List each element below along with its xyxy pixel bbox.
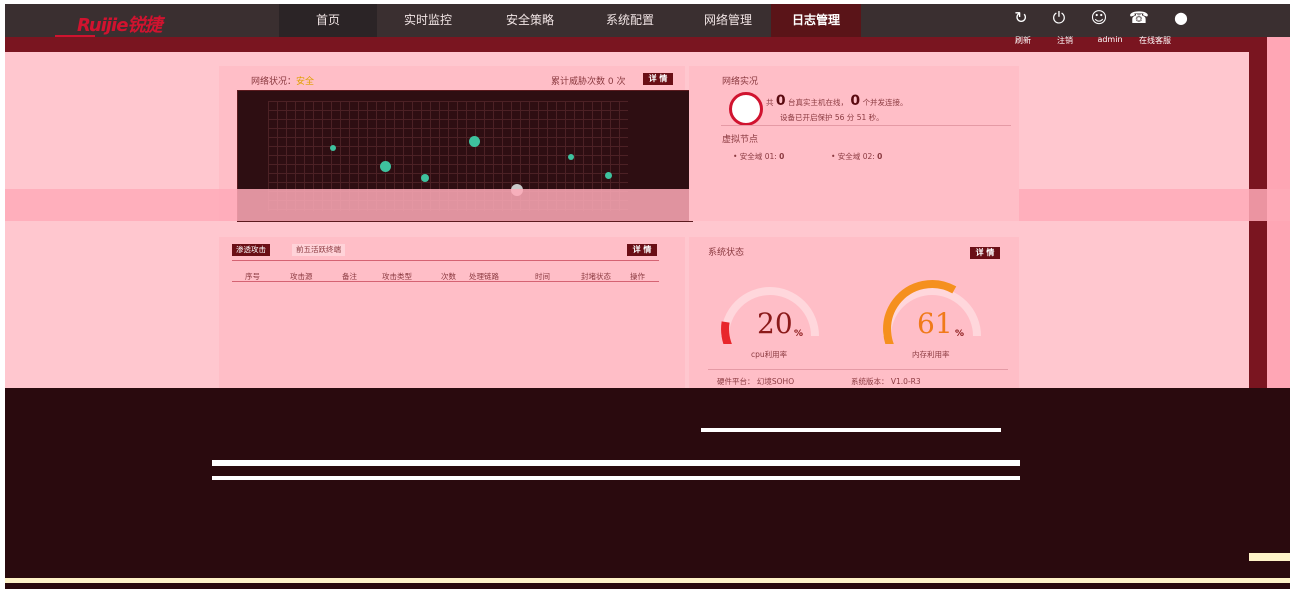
cpu-unit: % xyxy=(794,329,804,339)
glitch-bar xyxy=(5,578,1290,583)
nav-log-manage[interactable]: 日志管理 xyxy=(771,4,861,37)
domain-02-label: • 安全域 02: xyxy=(831,152,875,161)
network-status-detail-button[interactable]: 详 情 xyxy=(643,73,673,85)
topology-node xyxy=(380,161,391,172)
memory-unit: % xyxy=(955,329,965,339)
hosts-prefix: 共 xyxy=(766,98,774,107)
nav-realtime-monitor[interactable]: 实时监控 xyxy=(383,4,473,37)
memory-value: 61 xyxy=(917,307,953,340)
threat-value: 0 次 xyxy=(607,77,626,87)
topology-node xyxy=(469,136,480,147)
domain-01: • 安全域 01: 0 xyxy=(733,151,784,162)
cpu-value: 20 xyxy=(757,307,793,340)
help-icon[interactable]: ● xyxy=(1165,8,1197,27)
cpu-label: cpu利用率 xyxy=(751,350,788,359)
system-version: 系统版本： V1.0-R3 xyxy=(851,376,921,387)
domain-02-value: 0 xyxy=(877,152,883,161)
table-header-rule xyxy=(232,281,659,282)
system-divider xyxy=(708,369,1008,370)
version-label: 系统版本： xyxy=(851,377,889,386)
logout-label[interactable]: 注销 xyxy=(1051,35,1079,46)
top-nav-bar: Ruijie锐捷 首页 实时监控 安全策略 系统配置 网络管理 日志管理 ↻ ⏻… xyxy=(5,4,1290,37)
attack-detail-button[interactable]: 详 情 xyxy=(627,244,657,256)
system-status-detail-button[interactable]: 详 情 xyxy=(970,247,1000,259)
concurrent-text: 个并发连接。 xyxy=(862,98,908,107)
refresh-label[interactable]: 刷新 xyxy=(1009,35,1037,46)
brand-logo[interactable]: Ruijie锐捷 xyxy=(77,11,162,37)
hosts-text: 台真实主机在线， xyxy=(788,98,849,107)
hosts-online-line: 共 0 台真实主机在线， 0 个并发连接。 xyxy=(766,93,908,109)
glitch-bar xyxy=(212,476,1020,480)
hardware-value: 幻境SOHO xyxy=(756,377,795,386)
tab-penetration-attack[interactable]: 渗透攻击 xyxy=(232,244,270,256)
nav-home[interactable]: 首页 xyxy=(279,4,377,37)
network-live-title: 网络实况 xyxy=(722,77,759,87)
support-icon[interactable]: ☎ xyxy=(1123,8,1155,27)
support-label[interactable]: 在线客服 xyxy=(1135,35,1175,46)
network-status-value: 安全 xyxy=(296,77,315,87)
version-value: V1.0-R3 xyxy=(890,377,921,386)
glitch-bar xyxy=(701,428,1001,432)
refresh-icon[interactable]: ↻ xyxy=(1005,8,1037,27)
topology-node xyxy=(605,172,612,179)
cpu-gauge-fill xyxy=(721,321,732,344)
app-frame: Ruijie锐捷 首页 实时监控 安全策略 系统配置 网络管理 日志管理 ↻ ⏻… xyxy=(5,4,1290,589)
divider xyxy=(721,125,1011,126)
glitch-bar xyxy=(212,460,1020,466)
domain-01-label: • 安全域 01: xyxy=(733,152,777,161)
glitch-bar xyxy=(1249,553,1290,561)
nav-system-config[interactable]: 系统配置 xyxy=(585,4,675,37)
threat-count: 累计威胁次数 0 次 xyxy=(551,74,625,87)
virtual-nodes-title: 虚拟节点 xyxy=(722,135,759,145)
topology-node xyxy=(330,145,336,151)
network-status-label: 网络状况： xyxy=(251,77,297,87)
network-status-title: 网络状况：安全 xyxy=(251,74,314,87)
topology-node xyxy=(568,154,574,160)
topology-node xyxy=(421,174,429,182)
domain-01-value: 0 xyxy=(779,152,785,161)
corrupted-render-area xyxy=(5,388,1290,589)
hosts-online-count: 0 xyxy=(775,93,786,109)
system-status-title: 系统状态 xyxy=(708,248,745,258)
overlay-band xyxy=(5,189,1290,221)
concurrent-count: 0 xyxy=(850,93,861,109)
hardware-platform: 硬件平台： 幻境SOHO xyxy=(717,376,794,387)
protect-duration: 设备已开启保护 56 分 51 秒。 xyxy=(780,113,884,122)
user-icon[interactable]: ☺ xyxy=(1083,8,1115,27)
hardware-label: 硬件平台： xyxy=(717,377,755,386)
table-top-rule xyxy=(232,260,659,261)
network-live-icon xyxy=(729,92,763,126)
tab-top5-terminals[interactable]: 前五活跃终端 xyxy=(292,244,345,256)
nav-network-manage[interactable]: 网络管理 xyxy=(691,4,765,37)
memory-label: 内存利用率 xyxy=(912,350,950,359)
threat-label: 累计威胁次数 xyxy=(551,77,606,87)
logout-icon[interactable]: ⏻ xyxy=(1043,8,1075,28)
user-label[interactable]: admin xyxy=(1095,35,1125,44)
domain-02: • 安全域 02: 0 xyxy=(831,151,882,162)
nav-security-policy[interactable]: 安全策略 xyxy=(485,4,575,37)
